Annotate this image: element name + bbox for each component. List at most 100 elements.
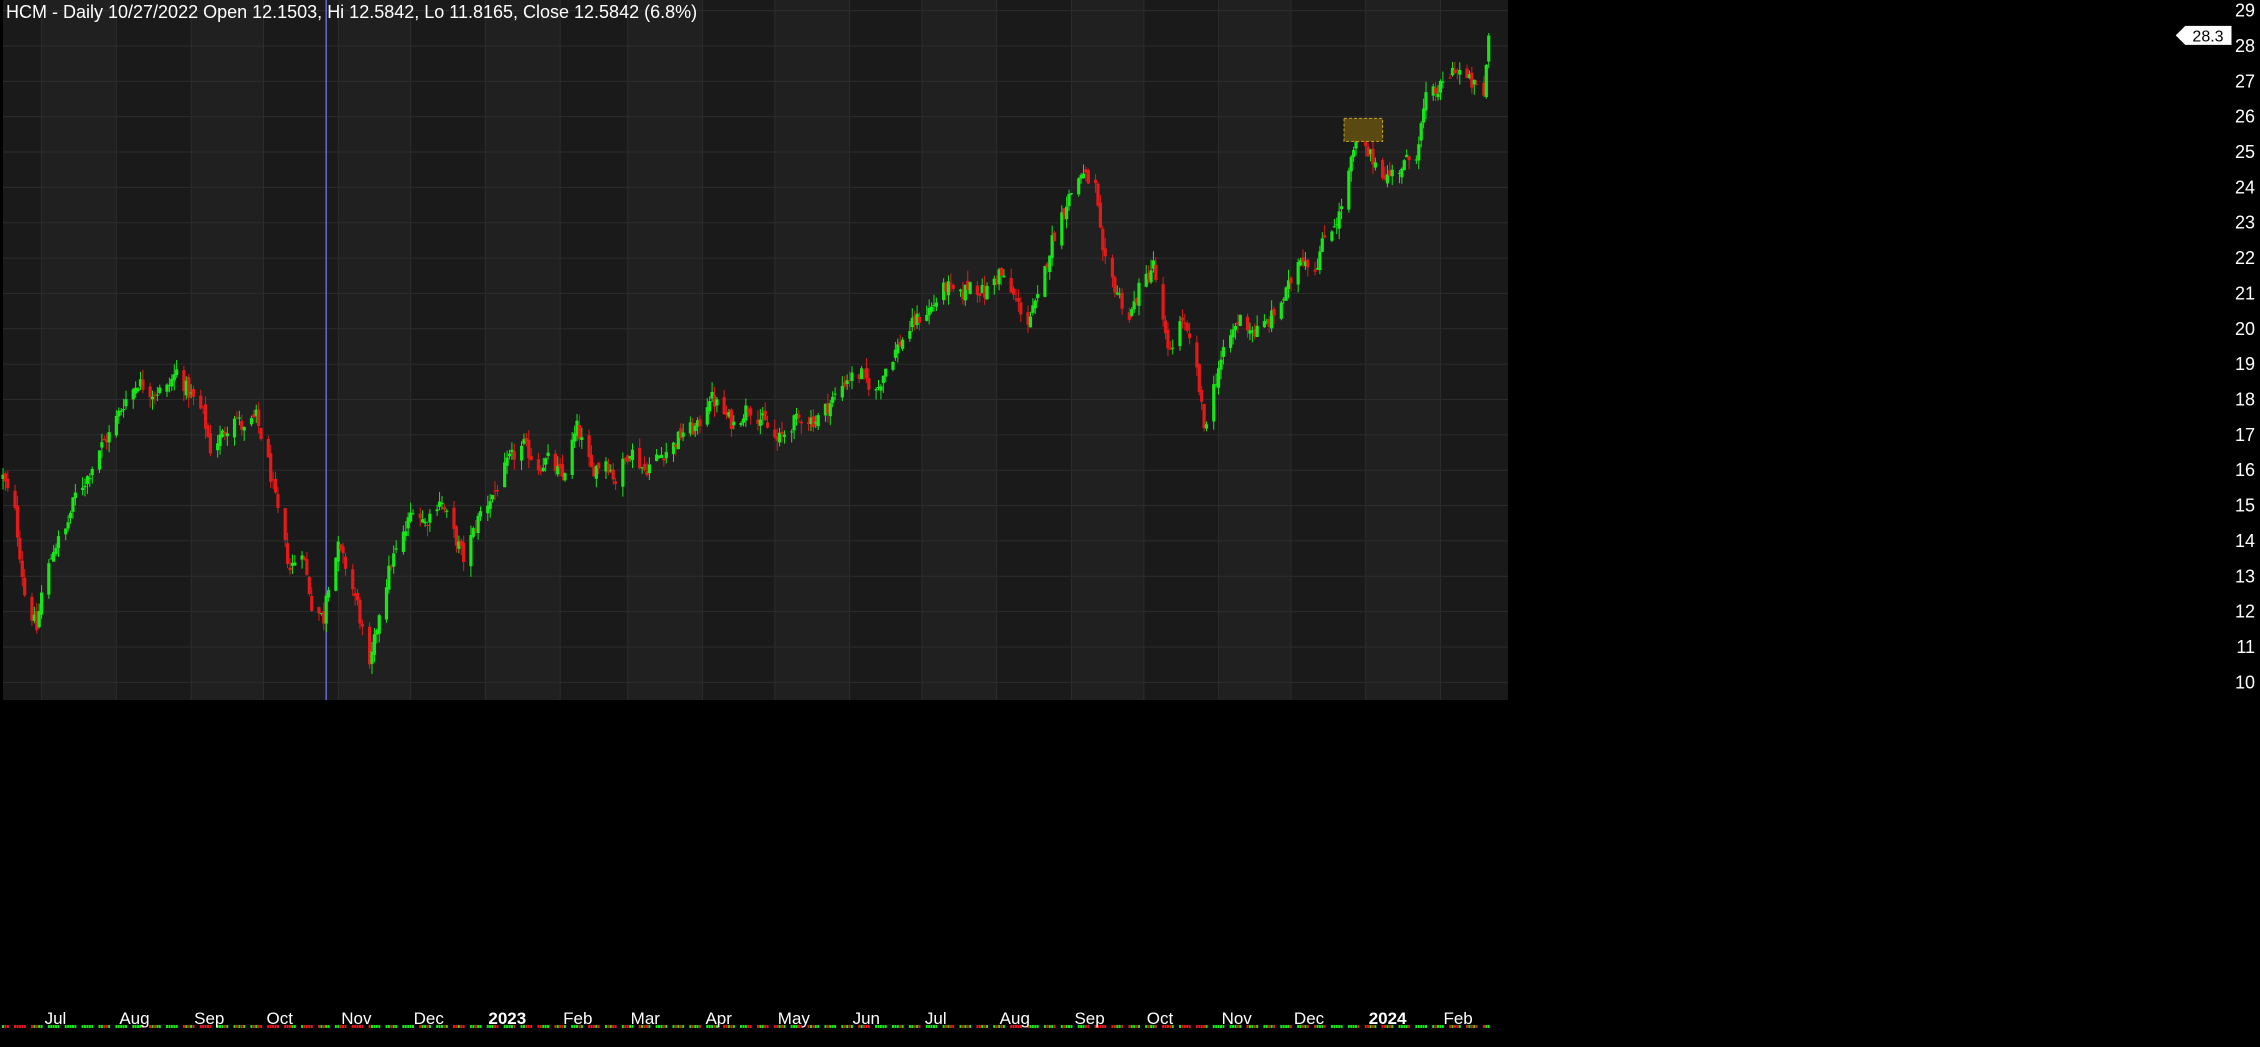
volume-bar bbox=[1347, 1025, 1350, 1028]
volume-bar bbox=[732, 1025, 735, 1028]
candle-body bbox=[831, 396, 835, 403]
volume-bar bbox=[689, 1025, 692, 1028]
candle-body bbox=[867, 378, 871, 390]
candle-body bbox=[285, 543, 290, 564]
y-tick-label: 22 bbox=[2235, 248, 2255, 268]
volume-bar bbox=[69, 1025, 72, 1028]
volume-bar bbox=[916, 1025, 919, 1028]
candle-body bbox=[1272, 308, 1276, 316]
month-bands bbox=[3, 0, 1508, 700]
volume-bar bbox=[18, 1025, 21, 1028]
volume-bar bbox=[462, 1025, 465, 1028]
volume-bar bbox=[153, 1025, 156, 1028]
x-tick-label: Nov bbox=[1222, 1009, 1253, 1028]
candle-body bbox=[418, 513, 422, 519]
volume-bar bbox=[665, 1025, 668, 1028]
volume-bar bbox=[317, 1025, 320, 1028]
candle-body bbox=[1231, 329, 1235, 338]
volume-bar bbox=[67, 1025, 70, 1028]
volume-bar bbox=[1070, 1025, 1073, 1028]
x-tick-label: Nov bbox=[341, 1009, 372, 1028]
volume-bar bbox=[190, 1025, 193, 1028]
candle-body bbox=[372, 634, 377, 655]
candle-body bbox=[1390, 169, 1394, 177]
candle-body bbox=[305, 559, 309, 575]
volume-bar bbox=[1265, 1025, 1268, 1028]
candle-body bbox=[1195, 342, 1199, 368]
candle-body bbox=[445, 510, 449, 512]
volume-bar bbox=[812, 1025, 815, 1028]
volume-bar bbox=[1068, 1025, 1071, 1028]
volume-bar bbox=[293, 1025, 296, 1028]
candle-body bbox=[978, 293, 982, 296]
last-price-label: 28.3 bbox=[2192, 28, 2223, 45]
candle-body bbox=[471, 528, 475, 537]
candle-body bbox=[97, 450, 102, 470]
candlestick-chart: 10 11 12 13 14 15 16 17 18 19 20 21 22 23 24 25 26 27 28 29… bbox=[0, 0, 2260, 1047]
volume-bar bbox=[604, 1025, 607, 1028]
volume-bar bbox=[848, 1025, 851, 1028]
volume-bar bbox=[1043, 1025, 1046, 1028]
volume-bar bbox=[255, 1025, 258, 1028]
candle-body bbox=[232, 418, 237, 438]
candle-body bbox=[1067, 193, 1071, 207]
volume-bar bbox=[1439, 1025, 1442, 1028]
candle-body bbox=[780, 431, 784, 435]
candle-body bbox=[1347, 170, 1351, 210]
candle-body bbox=[1180, 317, 1184, 321]
volume-bar bbox=[660, 1025, 663, 1028]
volume-bar bbox=[175, 1025, 178, 1028]
volume-bar bbox=[243, 1025, 246, 1028]
candle-body bbox=[83, 485, 87, 488]
volume-bar bbox=[301, 1025, 304, 1028]
candle-body bbox=[874, 389, 878, 391]
volume-bar bbox=[747, 1025, 750, 1028]
volume-bar bbox=[1352, 1025, 1355, 1028]
volume-bar bbox=[1420, 1025, 1423, 1028]
candle-body bbox=[1436, 93, 1440, 98]
candle-body bbox=[1081, 173, 1086, 179]
volume-bar bbox=[325, 1025, 328, 1028]
candle-body bbox=[879, 386, 883, 391]
candle-body bbox=[758, 419, 762, 426]
volume-bar bbox=[1437, 1025, 1440, 1028]
volume-bar bbox=[30, 1025, 33, 1028]
volume-bar bbox=[387, 1025, 390, 1028]
volume-bar bbox=[1273, 1025, 1276, 1028]
candle-body bbox=[1255, 325, 1259, 338]
candle-body bbox=[269, 453, 273, 482]
candle-body bbox=[327, 590, 331, 598]
volume-bar bbox=[156, 1025, 159, 1028]
candle-body bbox=[1402, 160, 1406, 171]
candle-body bbox=[423, 521, 427, 524]
candle-body bbox=[1103, 248, 1107, 257]
candle-body bbox=[64, 528, 68, 535]
volume-bar bbox=[662, 1025, 665, 1028]
volume-bar bbox=[1137, 1025, 1140, 1028]
volume-bar bbox=[612, 1025, 615, 1028]
volume-bar bbox=[966, 1025, 969, 1028]
candle-body bbox=[257, 409, 261, 426]
volume-bar bbox=[81, 1025, 84, 1028]
y-tick-label: 20 bbox=[2235, 319, 2255, 339]
volume-bar bbox=[901, 1025, 904, 1028]
candle-body bbox=[541, 467, 545, 472]
volume-bar bbox=[609, 1025, 612, 1028]
month-band bbox=[41, 0, 117, 700]
month-band bbox=[1218, 0, 1291, 700]
x-tick-label: Sep bbox=[194, 1009, 224, 1028]
volume-bar bbox=[1485, 1025, 1488, 1028]
y-tick-label: 17 bbox=[2235, 425, 2255, 445]
volume-bar bbox=[677, 1025, 680, 1028]
x-tick-label: Oct bbox=[1147, 1009, 1174, 1028]
y-tick-label: 21 bbox=[2235, 283, 2255, 303]
volume-bar bbox=[373, 1025, 376, 1028]
volume-bar bbox=[303, 1025, 306, 1028]
volume-bar bbox=[976, 1025, 979, 1028]
volume-bar bbox=[699, 1025, 702, 1028]
volume-bar bbox=[91, 1025, 94, 1028]
candle-body bbox=[288, 567, 292, 571]
candle-body bbox=[1219, 359, 1223, 370]
candle-body bbox=[659, 454, 664, 459]
volume-bar bbox=[168, 1025, 171, 1028]
